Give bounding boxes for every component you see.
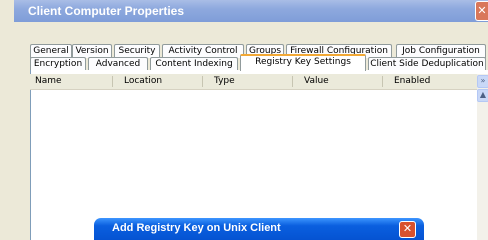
dialog-close-icon[interactable]: ✕ (399, 221, 416, 238)
window-title: Client Computer Properties (28, 4, 185, 18)
tab-content-indexing[interactable]: Content Indexing (150, 57, 238, 71)
tab-version[interactable]: Version (72, 44, 112, 58)
title-bar[interactable]: Client Computer Properties ✕ (14, 0, 488, 22)
add-registry-key-dialog-titlebar[interactable]: Add Registry Key on Unix Client ✕ (94, 218, 424, 240)
close-icon[interactable]: ✕ (475, 1, 488, 21)
tab-advanced[interactable]: Advanced (88, 57, 148, 71)
list-header: Name Location Type Value Enabled (30, 74, 477, 90)
dialog-title: Add Registry Key on Unix Client (112, 222, 281, 234)
tab-general[interactable]: General (30, 44, 72, 58)
tab-activity-control[interactable]: Activity Control (162, 44, 244, 58)
tab-registry-key-settings[interactable]: Registry Key Settings (240, 54, 366, 71)
tab-client-side-deduplication[interactable]: Client Side Deduplication (368, 57, 486, 71)
tab-panel (30, 70, 488, 240)
column-type[interactable]: Type (214, 76, 235, 86)
vertical-scrollbar[interactable]: » ▲ (477, 74, 488, 240)
column-location[interactable]: Location (124, 76, 162, 86)
tab-security[interactable]: Security (114, 44, 160, 58)
client-computer-properties-window: Client Computer Properties ✕ General Ver… (0, 0, 488, 240)
column-divider[interactable] (202, 76, 203, 87)
column-overflow-chevron-icon[interactable]: » (477, 75, 488, 88)
tab-encryption[interactable]: Encryption (30, 57, 86, 71)
column-divider[interactable] (112, 76, 113, 87)
column-divider[interactable] (292, 76, 293, 87)
column-value[interactable]: Value (304, 76, 329, 86)
column-enabled[interactable]: Enabled (394, 76, 430, 86)
scroll-up-icon[interactable]: ▲ (477, 89, 488, 102)
tab-job-configuration[interactable]: Job Configuration (396, 44, 486, 58)
column-divider[interactable] (382, 76, 383, 87)
column-name[interactable]: Name (35, 76, 62, 86)
